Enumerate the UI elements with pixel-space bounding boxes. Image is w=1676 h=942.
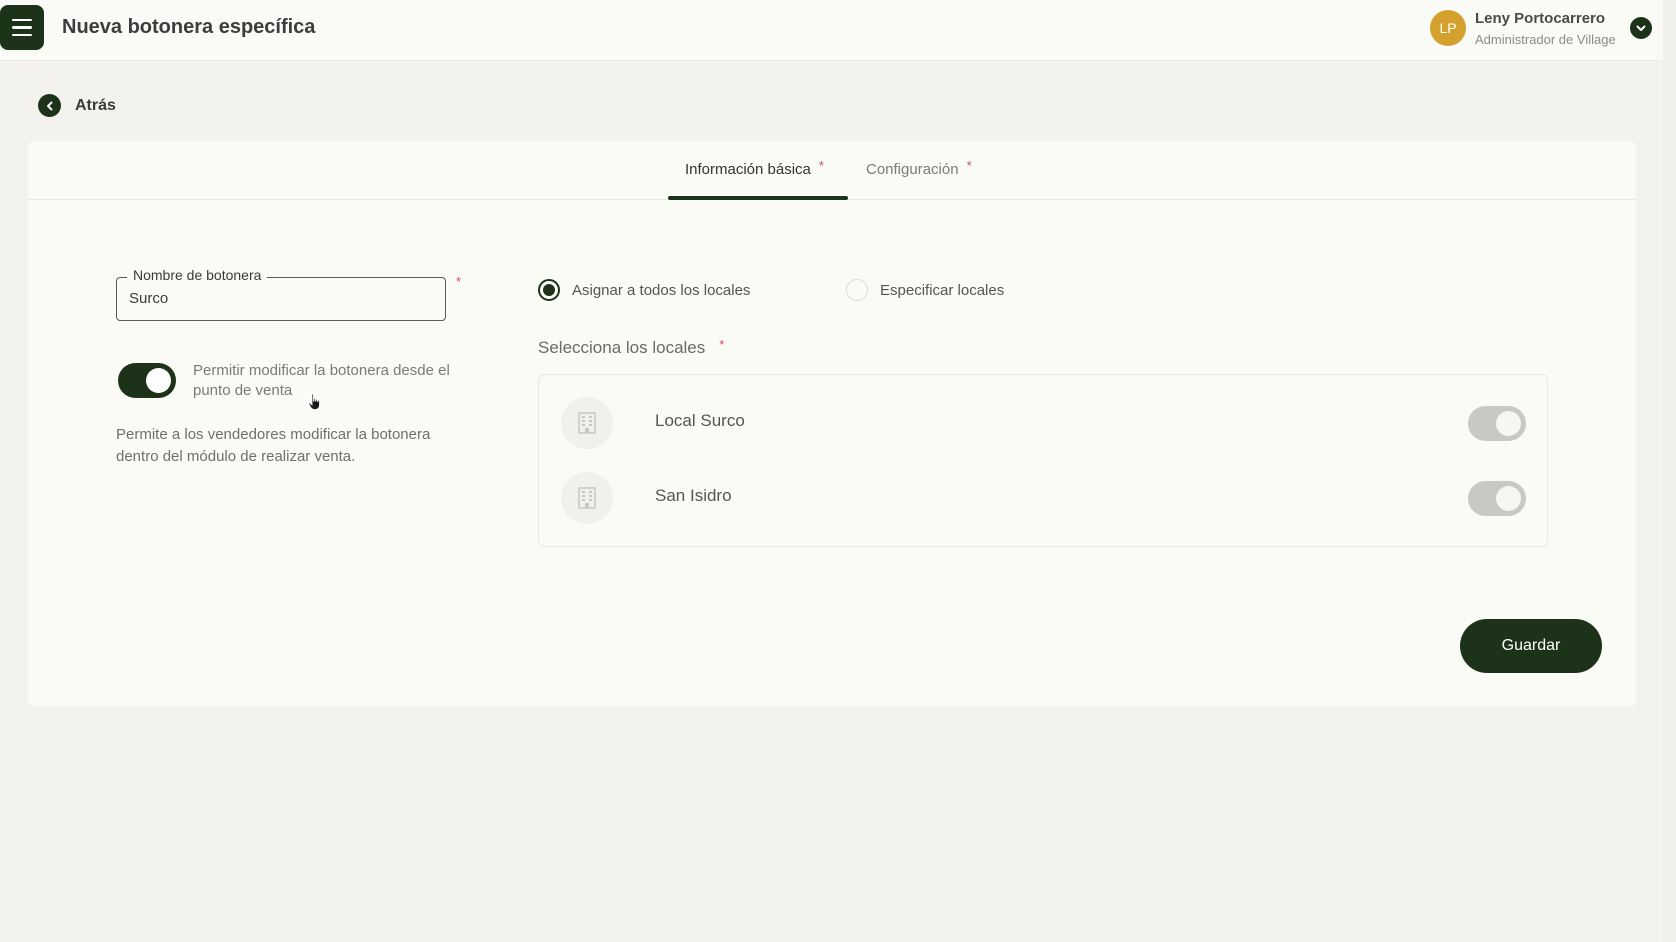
tab-configuracion[interactable]: Configuración * — [866, 158, 972, 178]
menu-line — [12, 33, 32, 37]
user-role: Administrador de Village — [1475, 32, 1616, 47]
radio-especificar-locales[interactable]: Especificar locales — [846, 279, 1004, 301]
section-title-text: Selecciona los locales — [538, 338, 706, 357]
locale-name: San Isidro — [655, 486, 732, 505]
tab-label: Información básica — [685, 161, 811, 178]
nombre-botonera-field[interactable]: Nombre de botonera — [116, 267, 446, 321]
required-marker: * — [719, 337, 725, 352]
back-label: Atrás — [75, 96, 116, 114]
locale-name: Local Surco — [655, 411, 745, 430]
field-label: Nombre de botonera — [127, 267, 268, 283]
form-card: Información básica * Configuración * Nombr… — [28, 141, 1636, 706]
toggle-knob — [1496, 486, 1521, 511]
user-name[interactable]: Leny Portocarrero — [1475, 10, 1605, 27]
tab-informacion-basica[interactable]: Información básica * — [685, 158, 824, 178]
allow-edit-toggle[interactable] — [118, 363, 176, 398]
allow-edit-help: Permite a los vendedores modificar la bo… — [116, 426, 431, 465]
page-title: Nueva botonera específica — [62, 16, 316, 38]
required-marker: * — [818, 158, 824, 173]
building-icon — [561, 397, 613, 449]
locale-toggle[interactable] — [1468, 481, 1526, 516]
locale-toggle[interactable] — [1468, 406, 1526, 441]
toggle-knob — [1496, 411, 1521, 436]
user-avatar[interactable]: LP — [1430, 10, 1466, 46]
save-button[interactable]: Guardar — [1460, 619, 1602, 673]
chevron-left-icon — [38, 94, 61, 117]
scrollbar[interactable] — [1663, 0, 1676, 942]
radio-label: Especificar locales — [880, 281, 1005, 299]
tab-label: Configuración — [866, 161, 959, 178]
allow-edit-label: Permitir modificar la botonera desde el … — [193, 362, 450, 399]
required-marker: * — [456, 274, 462, 289]
radio-asignar-todos[interactable]: Asignar a todos los locales — [538, 279, 750, 301]
hamburger-menu-button[interactable] — [0, 5, 44, 50]
top-bar: Nueva botonera específica LP Leny Portoc… — [0, 0, 1676, 61]
radio-selected-icon — [538, 279, 560, 301]
locale-row: Local Surco — [561, 395, 1526, 451]
locales-section-title: Selecciona los locales * — [538, 337, 725, 358]
required-marker: * — [966, 158, 972, 173]
toggle-knob — [146, 368, 171, 393]
radio-unselected-icon — [846, 279, 868, 301]
locale-row: San Isidro — [561, 470, 1526, 526]
menu-line — [12, 18, 32, 22]
locales-list: Local Surco San Isidro — [538, 374, 1548, 547]
menu-line — [12, 26, 32, 29]
hand-cursor-icon — [308, 393, 320, 410]
building-icon — [561, 472, 613, 524]
chevron-down-icon[interactable] — [1630, 17, 1652, 39]
back-button[interactable]: Atrás — [38, 94, 116, 117]
active-tab-indicator — [668, 196, 848, 200]
nombre-botonera-input[interactable] — [129, 290, 429, 307]
radio-label: Asignar a todos los locales — [572, 281, 751, 299]
